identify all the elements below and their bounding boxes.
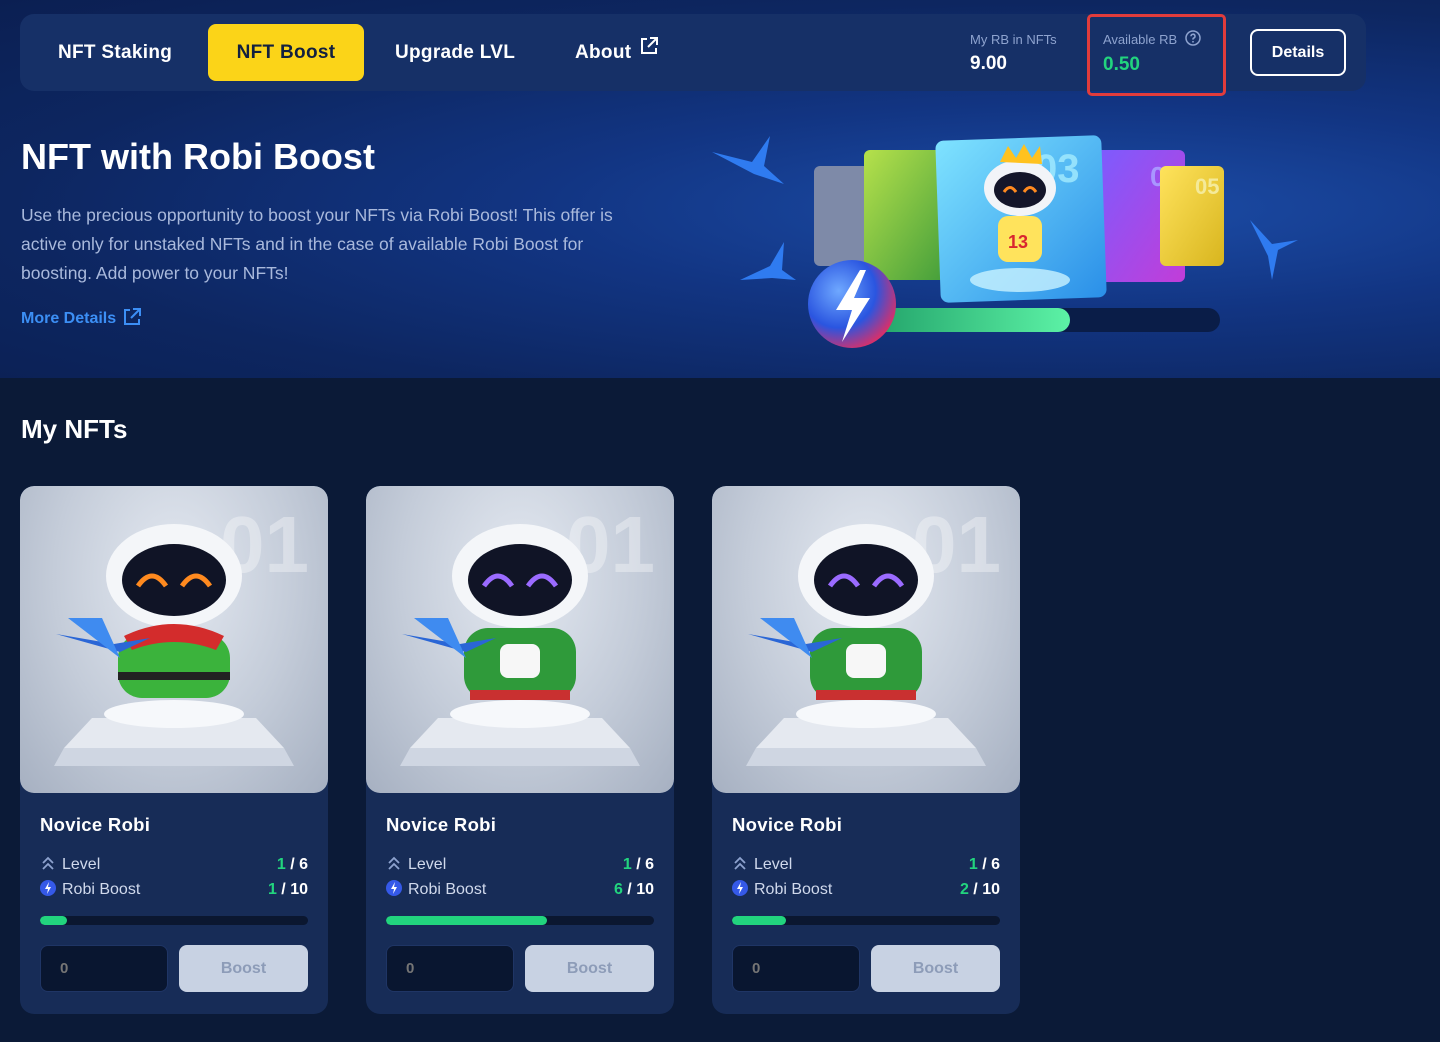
lightning-icon [732,880,748,897]
tab-about-label: About [575,42,632,63]
details-button[interactable]: Details [1250,29,1346,76]
more-details-label: More Details [21,310,117,327]
level-current: 1 [968,856,978,873]
boost-amount-input[interactable] [386,945,514,992]
available-rb-highlight [1087,14,1226,96]
nft-name: Novice Robi [732,814,843,835]
external-link-icon [116,307,142,327]
robi-boost-value: 6 / 10 [613,881,654,898]
robi-boost-label: Robi Boost [732,880,833,899]
more-details-link[interactable]: More Details [21,307,142,328]
robi-boost-value: 2 / 10 [959,881,1000,898]
level-value: 1 / 6 [622,856,654,873]
boost-button[interactable]: Boost [871,945,1000,992]
svg-text:05: 05 [1195,174,1219,199]
tab-about[interactable]: About [575,24,659,81]
boost-current: 2 [959,881,969,898]
chevrons-up-icon [732,855,748,871]
boost-progress-bar [386,916,654,925]
boost-button[interactable]: Boost [179,945,308,992]
lightning-icon [40,880,56,897]
my-rb-value: 9.00 [970,53,1007,74]
hero-description: Use the precious opportunity to boost yo… [21,205,613,283]
robot-illustration: 01 [54,500,309,766]
boost-max: 10 [636,881,654,898]
boost-progress-fill [40,916,67,925]
boost-max: 10 [982,881,1000,898]
robi-boost-label-text: Robi Boost [62,881,141,898]
nft-card: 01 Novice Robi Level 1 / 6 Robi Boost 1 … [20,486,328,1014]
nft-card: 01 Novice Robi Level 1 / 6 Robi Boost 6 … [366,486,674,1014]
nft-image: 01 [366,486,674,793]
level-max: 6 [299,856,308,873]
robi-boost-label: Robi Boost [386,880,487,899]
boost-progress-fill [386,916,547,925]
chevrons-up-icon [386,855,402,871]
my-nfts-title: My NFTs [21,414,128,444]
art-jersey-number: 13 [1008,232,1028,252]
level-current: 1 [622,856,632,873]
boost-current: 1 [267,881,277,898]
nft-name: Novice Robi [386,814,497,835]
robi-boost-label: Robi Boost [40,880,141,899]
level-label: Level [386,856,446,874]
my-rb-label: My RB in NFTs [970,32,1057,47]
lightning-icon [386,880,402,897]
robot-illustration: 01 [746,500,1001,766]
nft-image: 01 [20,486,328,793]
chevrons-up-icon [40,855,56,871]
boost-progress-bar [732,916,1000,925]
robi-boost-value: 1 / 10 [267,881,308,898]
level-label: Level [732,856,792,874]
robot-illustration: 01 [400,500,655,766]
tab-upgrade-lvl[interactable]: Upgrade LVL [395,24,515,81]
external-link-icon [639,22,659,79]
level-value: 1 / 6 [968,856,1000,873]
robi-boost-label-text: Robi Boost [408,881,487,898]
boost-current: 6 [613,881,623,898]
level-value: 1 / 6 [276,856,308,873]
boost-max: 10 [290,881,308,898]
level-label-text: Level [408,856,447,873]
hero-illustration: 04 05 03 13 [712,135,1298,348]
level-max: 6 [645,856,654,873]
level-label-text: Level [754,856,793,873]
level-max: 6 [991,856,1000,873]
level-current: 1 [276,856,286,873]
nft-name: Novice Robi [40,814,151,835]
nft-card: 01 Novice Robi Level 1 / 6 Robi Boost 2 … [712,486,1020,1014]
tab-nft-staking[interactable]: NFT Staking [58,24,172,81]
boost-amount-input[interactable] [40,945,168,992]
level-label-text: Level [62,856,101,873]
boost-progress-bar [40,916,308,925]
level-label: Level [40,856,100,874]
nft-image: 01 [712,486,1020,793]
boost-button[interactable]: Boost [525,945,654,992]
boost-progress-fill [732,916,786,925]
robi-boost-label-text: Robi Boost [754,881,833,898]
page-title: NFT with Robi Boost [21,136,375,177]
tab-nft-boost[interactable]: NFT Boost [208,24,364,81]
boost-amount-input[interactable] [732,945,860,992]
